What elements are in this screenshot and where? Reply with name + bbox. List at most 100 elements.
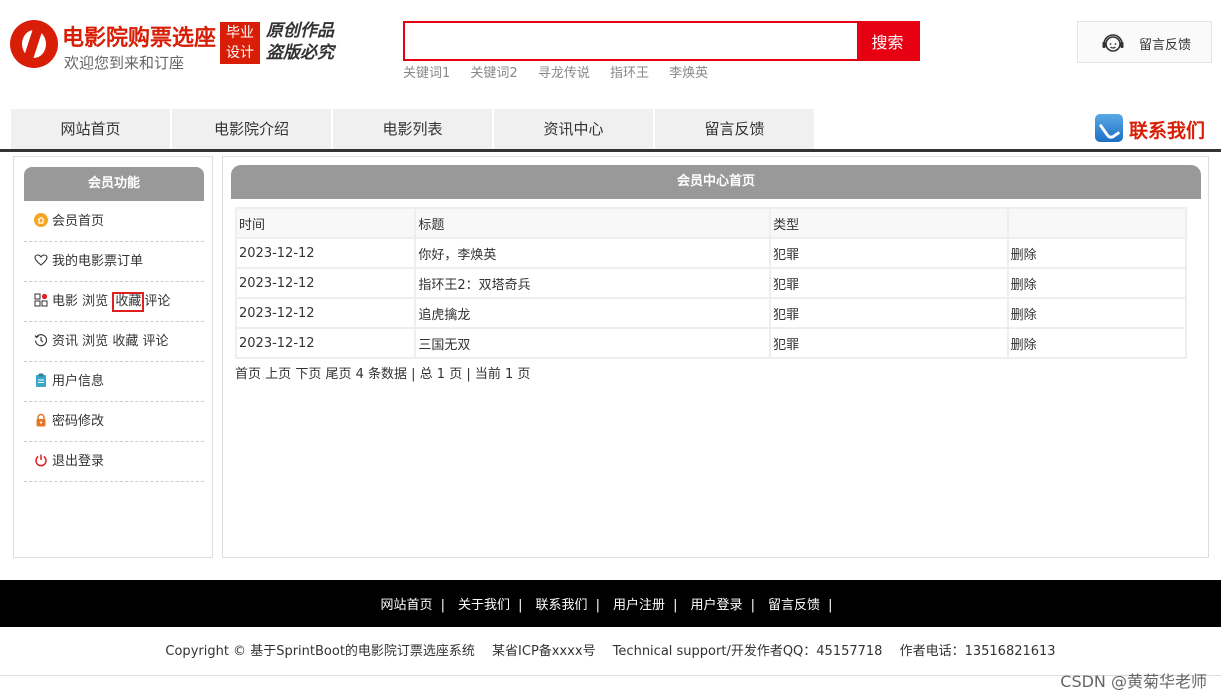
sidebar-item-movie-actions: 电影 浏览 收藏 评论: [24, 282, 204, 322]
nav-item-movie-list[interactable]: 电影列表: [333, 109, 493, 149]
nav-item-feedback[interactable]: 留言反馈: [655, 109, 815, 149]
pagination: 首页 上页 下页 尾页 4 条数据 | 总 1 页 | 当前 1 页: [235, 363, 530, 382]
heart-icon: [34, 254, 48, 266]
lock-icon: [36, 413, 46, 427]
phone-icon: [1095, 114, 1123, 142]
cell-type: 犯罪: [771, 239, 1007, 267]
column-header-type: 类型: [771, 209, 1007, 237]
search-button[interactable]: 搜索: [857, 23, 918, 59]
column-header-action: [1008, 209, 1185, 237]
pager-next[interactable]: 下页: [295, 367, 321, 382]
cell-type: 犯罪: [771, 299, 1007, 327]
member-center-panel: 会员中心首页 时间 标题 类型 2023-12-12 你好，李焕英 犯罪 删除 …: [222, 156, 1209, 558]
footer-link-home[interactable]: 网站首页: [381, 598, 433, 613]
badge-line-1: 毕业: [226, 25, 254, 41]
badge-line-2: 设计: [226, 45, 254, 61]
watermark: CSDN @黄菊华老师: [1060, 672, 1207, 691]
site-header: 电影院购票选座 欢迎您到来和订座 毕业 设计 原创作品 盗版必究 搜索 关键词1…: [0, 0, 1221, 100]
clipboard-icon: [36, 373, 46, 387]
sidebar-item-user-info[interactable]: 用户信息: [24, 362, 204, 402]
slogan-line-1: 原创作品: [266, 21, 334, 41]
footer-separator: |: [673, 598, 678, 613]
panel-title: 会员中心首页: [231, 165, 1201, 199]
favorites-table: 时间 标题 类型 2023-12-12 你好，李焕英 犯罪 删除 2023-12…: [235, 207, 1187, 359]
cell-time: 2023-12-12: [237, 239, 415, 267]
cell-time: 2023-12-12: [237, 269, 415, 297]
pager-first[interactable]: 首页: [235, 367, 261, 382]
member-sidebar: 会员功能 会员首页 我的电影票订单 电影 浏览 收藏 评论 资讯 浏览 收藏 评论…: [13, 156, 213, 558]
delete-link[interactable]: 删除: [1008, 299, 1185, 327]
table-row: 2023-12-12 你好，李焕英 犯罪 删除: [237, 239, 1185, 267]
hot-keyword-link[interactable]: 关键词2: [470, 66, 517, 81]
footer-link-about[interactable]: 关于我们: [458, 598, 510, 613]
hot-keyword-link[interactable]: 指环王: [610, 66, 649, 81]
power-icon: [35, 454, 47, 467]
sidebar-item-news-actions: 资讯 浏览 收藏 评论: [24, 322, 204, 362]
sidebar-item-label: 退出登录: [52, 454, 105, 469]
column-header-title: 标题: [416, 209, 770, 237]
delete-link[interactable]: 删除: [1008, 239, 1185, 267]
delete-link[interactable]: 删除: [1008, 269, 1185, 297]
news-favorites-link[interactable]: 收藏: [112, 334, 138, 349]
copyright-text: Copyright © 基于SprintBoot的电影院订票选座系统 某省ICP…: [165, 644, 1056, 659]
footer-link-contact[interactable]: 联系我们: [536, 598, 588, 613]
sidebar-title: 会员功能: [24, 167, 204, 201]
hot-keyword-link[interactable]: 关键词1: [403, 66, 450, 81]
site-title: 电影院购票选座: [62, 26, 217, 51]
sidebar-item-label: 密码修改: [52, 414, 105, 429]
search-box: 搜索: [403, 21, 920, 61]
hot-keyword-link[interactable]: 寻龙传说: [538, 66, 590, 81]
site-logo-icon[interactable]: [10, 20, 58, 68]
cell-title: 三国无双: [416, 329, 770, 357]
sidebar-item-label: 我的电影票订单: [52, 254, 144, 269]
feedback-label: 留言反馈: [1139, 38, 1192, 53]
sidebar-item-change-password[interactable]: 密码修改: [24, 402, 204, 442]
table-header-row: 时间 标题 类型: [237, 209, 1185, 237]
customer-service-icon: [1102, 34, 1124, 52]
cell-time: 2023-12-12: [237, 329, 415, 357]
footer-separator: |: [828, 598, 833, 613]
slogan-line-2: 盗版必究: [266, 43, 334, 63]
news-browse-link[interactable]: 浏览: [82, 334, 108, 349]
sidebar-item-label: 会员首页: [52, 214, 105, 229]
pager-prev[interactable]: 上页: [265, 367, 291, 382]
pager-summary: 4 条数据 | 总 1 页 | 当前 1 页: [355, 367, 531, 382]
footer-link-feedback[interactable]: 留言反馈: [768, 598, 820, 613]
bottom-divider: [0, 675, 1221, 676]
cell-title: 你好，李焕英: [416, 239, 770, 267]
search-input[interactable]: [405, 23, 857, 59]
hot-keyword-link[interactable]: 李焕英: [669, 66, 708, 81]
sidebar-item-member-home[interactable]: 会员首页: [24, 202, 204, 242]
movie-favorites-link[interactable]: 收藏: [112, 292, 145, 312]
movie-browse-link[interactable]: 浏览: [82, 294, 108, 309]
pager-last[interactable]: 尾页: [325, 367, 351, 382]
nav-item-news[interactable]: 资讯中心: [494, 109, 654, 149]
cell-type: 犯罪: [771, 269, 1007, 297]
news-comments-link[interactable]: 评论: [142, 334, 168, 349]
footer-separator: |: [750, 598, 755, 613]
site-subtitle: 欢迎您到来和订座: [64, 54, 185, 72]
footer-link-login[interactable]: 用户登录: [691, 598, 743, 613]
history-icon: [34, 334, 48, 347]
news-label: 资讯: [52, 334, 79, 349]
nav-item-home[interactable]: 网站首页: [11, 109, 171, 149]
footer-nav: 网站首页 | 关于我们 | 联系我们 | 用户注册 | 用户登录 | 留言反馈 |: [0, 580, 1221, 627]
delete-link[interactable]: 删除: [1008, 329, 1185, 357]
home-icon: [34, 213, 48, 227]
sidebar-item-ticket-orders[interactable]: 我的电影票订单: [24, 242, 204, 282]
feedback-button[interactable]: 留言反馈: [1077, 21, 1212, 63]
nav-item-cinema-intro[interactable]: 电影院介绍: [172, 109, 332, 149]
slogan: 原创作品 盗版必究: [266, 20, 334, 64]
movie-comments-link[interactable]: 评论: [144, 294, 170, 309]
footer-separator: |: [518, 598, 523, 613]
cell-title: 追虎擒龙: [416, 299, 770, 327]
movie-label: 电影: [52, 294, 79, 309]
cell-type: 犯罪: [771, 329, 1007, 357]
footer-separator: |: [440, 598, 445, 613]
hot-keywords: 关键词1 关键词2 寻龙传说 指环王 李焕英: [403, 62, 724, 81]
graduation-badge: 毕业 设计: [220, 22, 260, 64]
contact-us-label: 联系我们: [1129, 120, 1206, 142]
footer-link-register[interactable]: 用户注册: [613, 598, 665, 613]
sidebar-item-logout[interactable]: 退出登录: [24, 442, 204, 482]
column-header-time: 时间: [237, 209, 415, 237]
